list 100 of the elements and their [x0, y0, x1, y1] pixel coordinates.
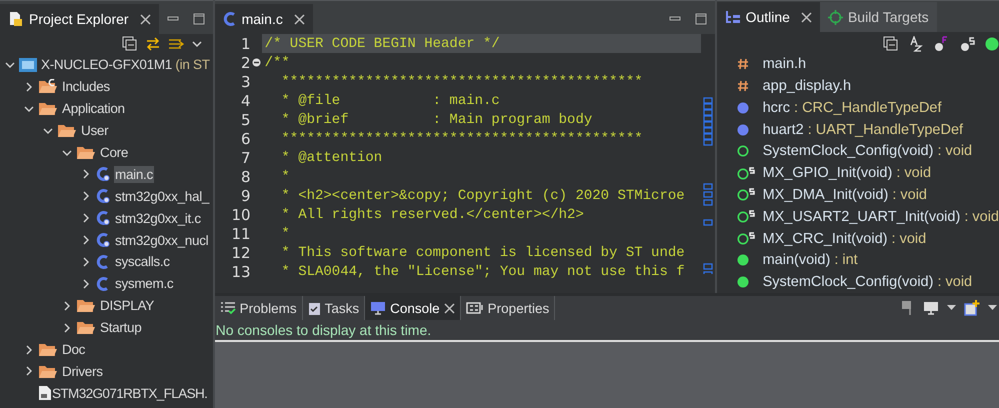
outline-item[interactable]: MX_CRC_Init(void) : void — [762, 230, 926, 246]
chevron-right-icon[interactable] — [62, 300, 72, 311]
close-icon[interactable] — [140, 14, 151, 24]
chevron-down-icon[interactable] — [43, 126, 53, 136]
tree-item[interactable]: X-NUCLEO-GFX01M1 (in ST — [40, 56, 211, 74]
editor-tab[interactable]: main.c — [214, 4, 313, 34]
hide-static-icon[interactable] — [959, 36, 975, 52]
outline-item[interactable]: main.h — [762, 56, 806, 72]
line-number: 8 — [241, 168, 251, 186]
tree-item[interactable]: DISPLAY — [99, 297, 155, 314]
chevron-right-icon[interactable] — [81, 278, 91, 289]
tree-item[interactable]: stm32g0xx_nucl — [114, 232, 210, 249]
line-number: 7 — [241, 148, 251, 166]
console-message: No consoles to display at this time. — [216, 322, 432, 338]
clipboard-icon — [308, 300, 321, 316]
tree-item[interactable]: User — [80, 122, 110, 140]
line-number: 3 — [241, 72, 251, 90]
maximize-icon[interactable] — [694, 13, 707, 25]
list-check-icon — [220, 301, 236, 315]
view-tab[interactable]: Outline — [716, 2, 820, 32]
line-number: 13 — [232, 262, 251, 280]
target-icon — [828, 10, 843, 25]
outline-item[interactable]: main(void) : int — [762, 252, 858, 268]
tree-item[interactable]: Core — [99, 144, 130, 161]
chevron-right-icon[interactable] — [62, 322, 72, 333]
minimize-icon[interactable] — [166, 16, 179, 22]
static-circle-icon — [736, 188, 755, 202]
chevron-right-icon[interactable] — [81, 256, 91, 267]
new-console-icon[interactable] — [964, 300, 980, 316]
dropdown-icon[interactable] — [988, 305, 997, 311]
link-arrows-icon[interactable] — [144, 36, 161, 52]
outline-item[interactable]: SystemClock_Config(void) : void — [762, 274, 972, 290]
close-icon[interactable] — [294, 14, 305, 24]
chevron-right-icon[interactable] — [24, 366, 34, 376]
sort-icon[interactable] — [909, 36, 923, 52]
monitor-icon — [370, 301, 386, 315]
code-line: * — [280, 168, 290, 184]
line-number: 6 — [241, 130, 251, 148]
status-dot-icon[interactable] — [985, 36, 999, 51]
close-icon[interactable] — [444, 302, 455, 314]
minimize-icon[interactable] — [668, 16, 681, 22]
chevron-right-icon[interactable] — [24, 344, 34, 355]
outline-item[interactable]: MX_DMA_Init(void) : void — [762, 186, 927, 203]
view-tab[interactable]: Project Explorer — [0, 4, 159, 34]
c-file-icon — [95, 210, 111, 226]
chevron-right-icon[interactable] — [81, 213, 91, 224]
static-circle-icon — [736, 166, 755, 180]
circle-icon — [736, 145, 749, 158]
view-tab[interactable]: Console — [365, 296, 461, 320]
tree-item[interactable]: Drivers — [61, 362, 104, 380]
outline-item[interactable]: MX_GPIO_Init(void) : void — [762, 165, 932, 182]
collapse-icon[interactable] — [252, 58, 261, 67]
tree-item[interactable]: sysmem.c — [114, 275, 174, 292]
tree-item[interactable]: Doc — [61, 341, 86, 358]
tree-item[interactable]: main.c — [114, 166, 154, 183]
tree-item[interactable]: syscalls.c — [114, 253, 171, 270]
chevron-down-icon[interactable] — [62, 148, 72, 158]
outline-item[interactable]: hcrc : CRC_HandleTypeDef — [762, 100, 942, 116]
code-line: /** — [264, 54, 290, 70]
line-number: 4 — [241, 92, 251, 110]
tree-item[interactable]: Startup — [99, 319, 142, 336]
code-line: * <h2><center>&copy; Copyright (c) 2020 STMicroe — [280, 188, 685, 204]
hide-fields-icon[interactable] — [933, 36, 949, 52]
c-file-icon — [95, 188, 111, 204]
outline-item[interactable]: huart2 : UART_HandleTypeDef — [762, 122, 964, 138]
line-number: 10 — [232, 206, 251, 224]
outline-item[interactable]: MX_USART2_UART_Init(void) : void — [762, 208, 999, 225]
line-number: 5 — [241, 110, 251, 128]
chevron-right-icon[interactable] — [24, 82, 34, 92]
collapse-all-icon[interactable] — [883, 36, 899, 52]
c-file-icon — [95, 276, 111, 292]
tree-item[interactable]: stm32g0xx_it.c — [114, 210, 202, 227]
code-line: * — [280, 226, 290, 242]
view-tab[interactable]: Build Targets — [820, 2, 937, 32]
close-icon[interactable] — [800, 12, 812, 23]
tree-item[interactable]: Application — [61, 100, 126, 118]
code-line: * This software component is licensed by ST unde — [280, 244, 685, 260]
chevron-down-icon[interactable] — [5, 60, 15, 70]
code-line: * SLA0044, the "License"; You may not use this f — [280, 264, 685, 280]
dot-icon — [736, 276, 749, 288]
tree-item[interactable]: STM32G071RBTX_FLASH. — [51, 384, 208, 402]
dropdown-icon[interactable] — [947, 305, 956, 311]
tree-item[interactable]: stm32g0xx_hal_ — [114, 188, 210, 205]
code-line: /* USER CODE BEGIN Header */ — [264, 36, 500, 52]
maximize-icon[interactable] — [192, 13, 205, 25]
code-line: * @file : main.c — [280, 92, 500, 108]
outline-item[interactable]: SystemClock_Config(void) : void — [762, 143, 972, 160]
chevron-down-icon[interactable] — [24, 104, 34, 114]
dot-icon — [736, 254, 749, 266]
chevron-right-icon[interactable] — [81, 169, 91, 180]
code-line: * All rights reserved.</center></h2> — [280, 206, 584, 222]
static-circle-icon — [736, 232, 755, 245]
c-file-icon — [222, 11, 237, 27]
chevron-right-icon[interactable] — [81, 235, 91, 246]
collapse-all-icon[interactable] — [122, 36, 138, 52]
tree-item[interactable]: Includes — [61, 78, 111, 96]
outline-item[interactable]: app_display.h — [762, 78, 852, 94]
chevron-right-icon[interactable] — [81, 191, 91, 202]
monitor-icon[interactable] — [923, 301, 939, 315]
static-circle-icon — [736, 210, 755, 224]
